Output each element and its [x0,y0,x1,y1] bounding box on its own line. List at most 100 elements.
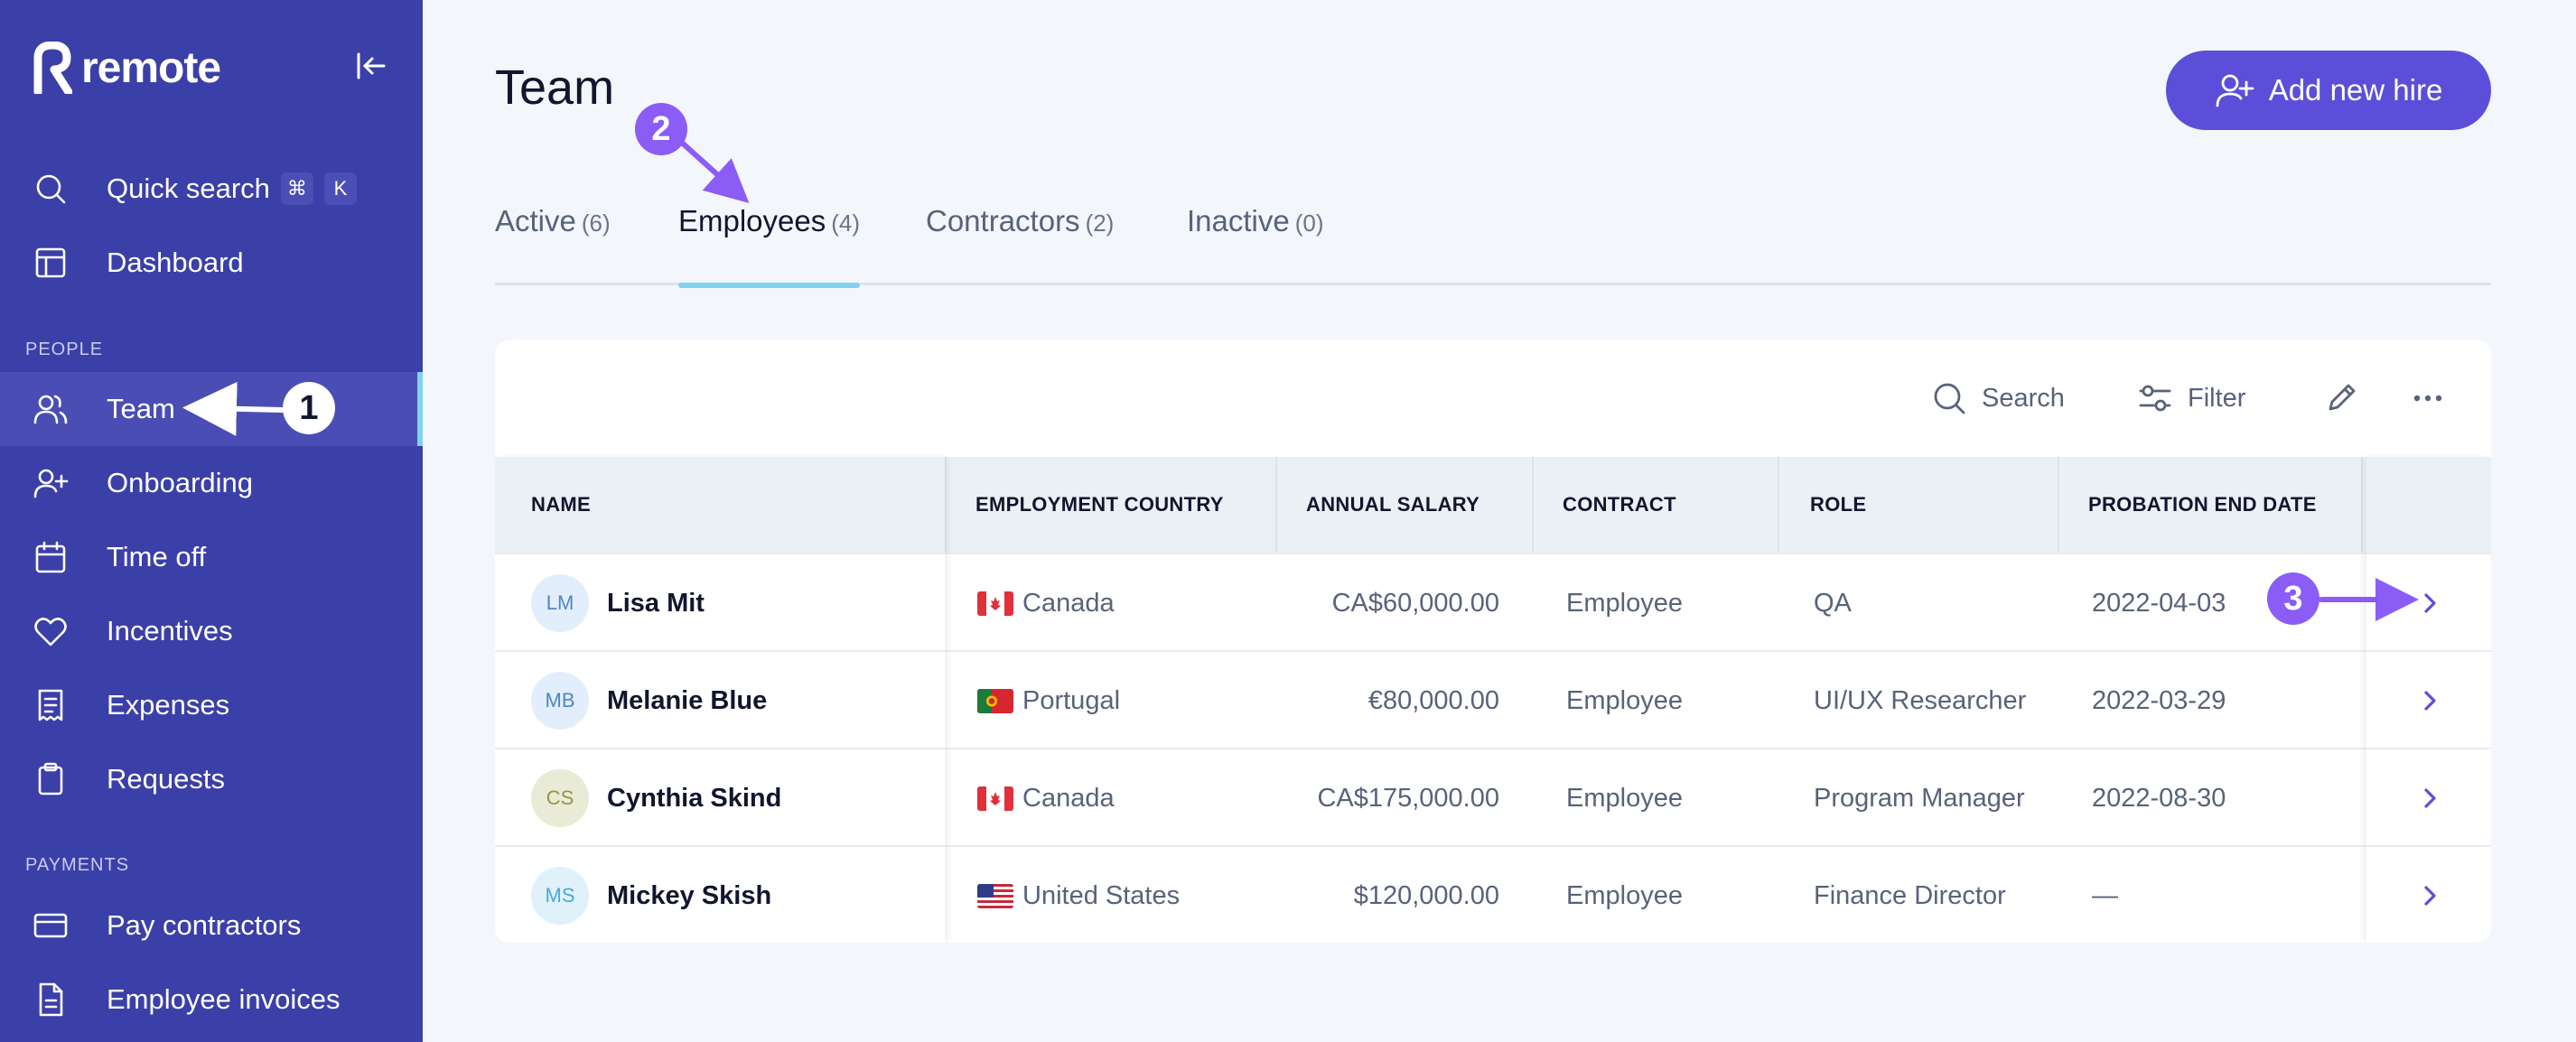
role-cell: UI/UX Researcher [1814,685,2027,715]
table-row[interactable]: CS Cynthia Skind Canada CA$175,000.00 Em… [495,748,2491,845]
annotation-arrow-2 [679,140,750,204]
usa-flag-icon [977,883,1013,908]
sidebar-item-requests[interactable]: Requests [0,742,423,816]
sidebar-item-label: Onboarding [107,467,254,498]
probation-cell: 2022-08-30 [2092,783,2226,813]
k-key: K [323,172,357,205]
page-title: Team [495,60,615,115]
chevron-right-icon [2424,593,2436,613]
edit-columns-button[interactable] [2323,376,2359,421]
avatar: MB [531,672,589,730]
tab-count: (4) [831,209,861,237]
remote-logo[interactable]: remote [33,42,221,94]
country-cell: Portugal [977,652,1120,749]
column-divider [2361,457,2363,553]
avatar: CS [531,769,589,827]
dashboard-icon [35,247,66,278]
search-icon [36,174,66,204]
country-cell: Canada [977,554,1115,652]
column-header-probation[interactable]: PROBATION END DATE [2088,457,2317,553]
tab-label: Active [495,204,576,237]
sidebar-item-incentives[interactable]: Incentives [0,594,423,668]
column-header-name[interactable]: NAME [531,457,591,553]
filter-icon [2139,385,2171,412]
chevron-right-icon [2424,788,2436,808]
sidebar-item-team[interactable]: Team [0,372,423,446]
search-button[interactable]: Search [1931,376,2065,421]
salary-cell: $120,000.00 [1353,880,1499,910]
column-divider [2058,457,2059,553]
tab-count: (0) [1294,209,1324,237]
search-label: Search [1982,383,2065,413]
table-row[interactable]: MB Melanie Blue Portugal €80,000.00 Empl… [495,650,2491,748]
sidebar-item-dashboard[interactable]: Dashboard [0,226,423,300]
employee-name[interactable]: Lisa Mit [607,589,705,619]
salary-cell: CA$175,000.00 [1317,783,1499,813]
team-tabs: Active (6) Employees (4) Contractors (2) In… [495,204,2491,288]
open-row-button[interactable] [2417,847,2442,943]
remote-logo-icon [33,42,72,94]
employee-name[interactable]: Cynthia Skind [607,784,781,814]
column-header-role[interactable]: ROLE [1810,457,1866,553]
sidebar-item-label: Team [107,393,175,424]
open-row-button[interactable] [2417,749,2442,847]
employee-name[interactable]: Mickey Skish [607,881,771,911]
annotation-badge-2: 2 [635,103,687,155]
filter-label: Filter [2188,383,2246,413]
annotation-badge-3: 3 [2267,572,2319,625]
cmd-key: ⌘ [280,172,313,205]
country-name: Portugal [1022,685,1121,715]
open-row-button[interactable] [2417,652,2442,749]
sidebar-item-expenses[interactable]: Expenses [0,668,423,742]
column-divider [1275,457,1277,553]
salary-cell: €80,000.00 [1367,685,1499,715]
brand-name: remote [81,43,221,92]
sidebar-item-pay-contractors[interactable]: Pay contractors [0,888,423,963]
country-name: United States [1022,880,1181,910]
add-new-hire-button[interactable]: Add new hire [2166,51,2491,130]
sidebar-item-label: Expenses [107,689,230,721]
avatar: LM [531,574,589,632]
user-plus-icon [2216,74,2254,107]
tab-inactive[interactable]: Inactive (0) [1187,204,1324,285]
collapse-sidebar-icon[interactable] [354,49,388,83]
search-icon [1934,383,1965,414]
add-new-hire-label: Add new hire [2268,73,2443,107]
contract-cell: Employee [1566,588,1683,618]
canada-flag-icon [977,591,1013,616]
probation-cell: — [2092,880,2118,910]
tab-employees[interactable]: Employees (4) [678,204,861,288]
clipboard-icon [38,762,63,795]
sidebar-item-employee-invoices[interactable]: Employee invoices [0,963,423,1037]
sidebar-item-label: Employee invoices [107,983,341,1015]
quick-search-label: Quick search [107,172,270,204]
receipt-icon [38,689,63,721]
column-divider [1532,457,1534,553]
tab-active[interactable]: Active (6) [495,204,611,285]
employee-name[interactable]: Melanie Blue [607,686,767,716]
employees-table-card: Search Filter NAME EMPLOYMENT COUNTRY AN… [495,340,2491,943]
filter-button[interactable]: Filter [2137,376,2245,421]
quick-search-item[interactable]: Quick search ⌘ K [0,152,423,226]
sidebar-item-time-off[interactable]: Time off [0,520,423,594]
tab-contractors[interactable]: Contractors (2) [926,204,1114,285]
column-header-country[interactable]: EMPLOYMENT COUNTRY [975,457,1224,553]
contract-cell: Employee [1566,685,1683,715]
tab-count: (6) [581,209,611,237]
tab-label: Inactive [1187,204,1290,237]
tab-label: Contractors [926,204,1080,237]
column-header-salary[interactable]: ANNUAL SALARY [1306,457,1479,553]
user-plus-icon [33,469,69,498]
column-divider [945,457,947,553]
sidebar-item-onboarding[interactable]: Onboarding [0,446,423,520]
more-options-button[interactable] [2410,376,2446,421]
table-row[interactable]: MS Mickey Skish United States $120,000.0… [495,845,2491,943]
table-row[interactable]: LM Lisa Mit Canada CA$60,000.00 Employee… [495,553,2491,650]
more-horizontal-icon [2413,395,2442,402]
annotation-badge-1: 1 [283,382,335,434]
pencil-icon [2329,384,2356,411]
name-cell: LM Lisa Mit [531,554,705,652]
salary-cell: CA$60,000.00 [1331,588,1499,618]
open-row-button[interactable] [2417,554,2442,652]
column-header-contract[interactable]: CONTRACT [1563,457,1676,553]
